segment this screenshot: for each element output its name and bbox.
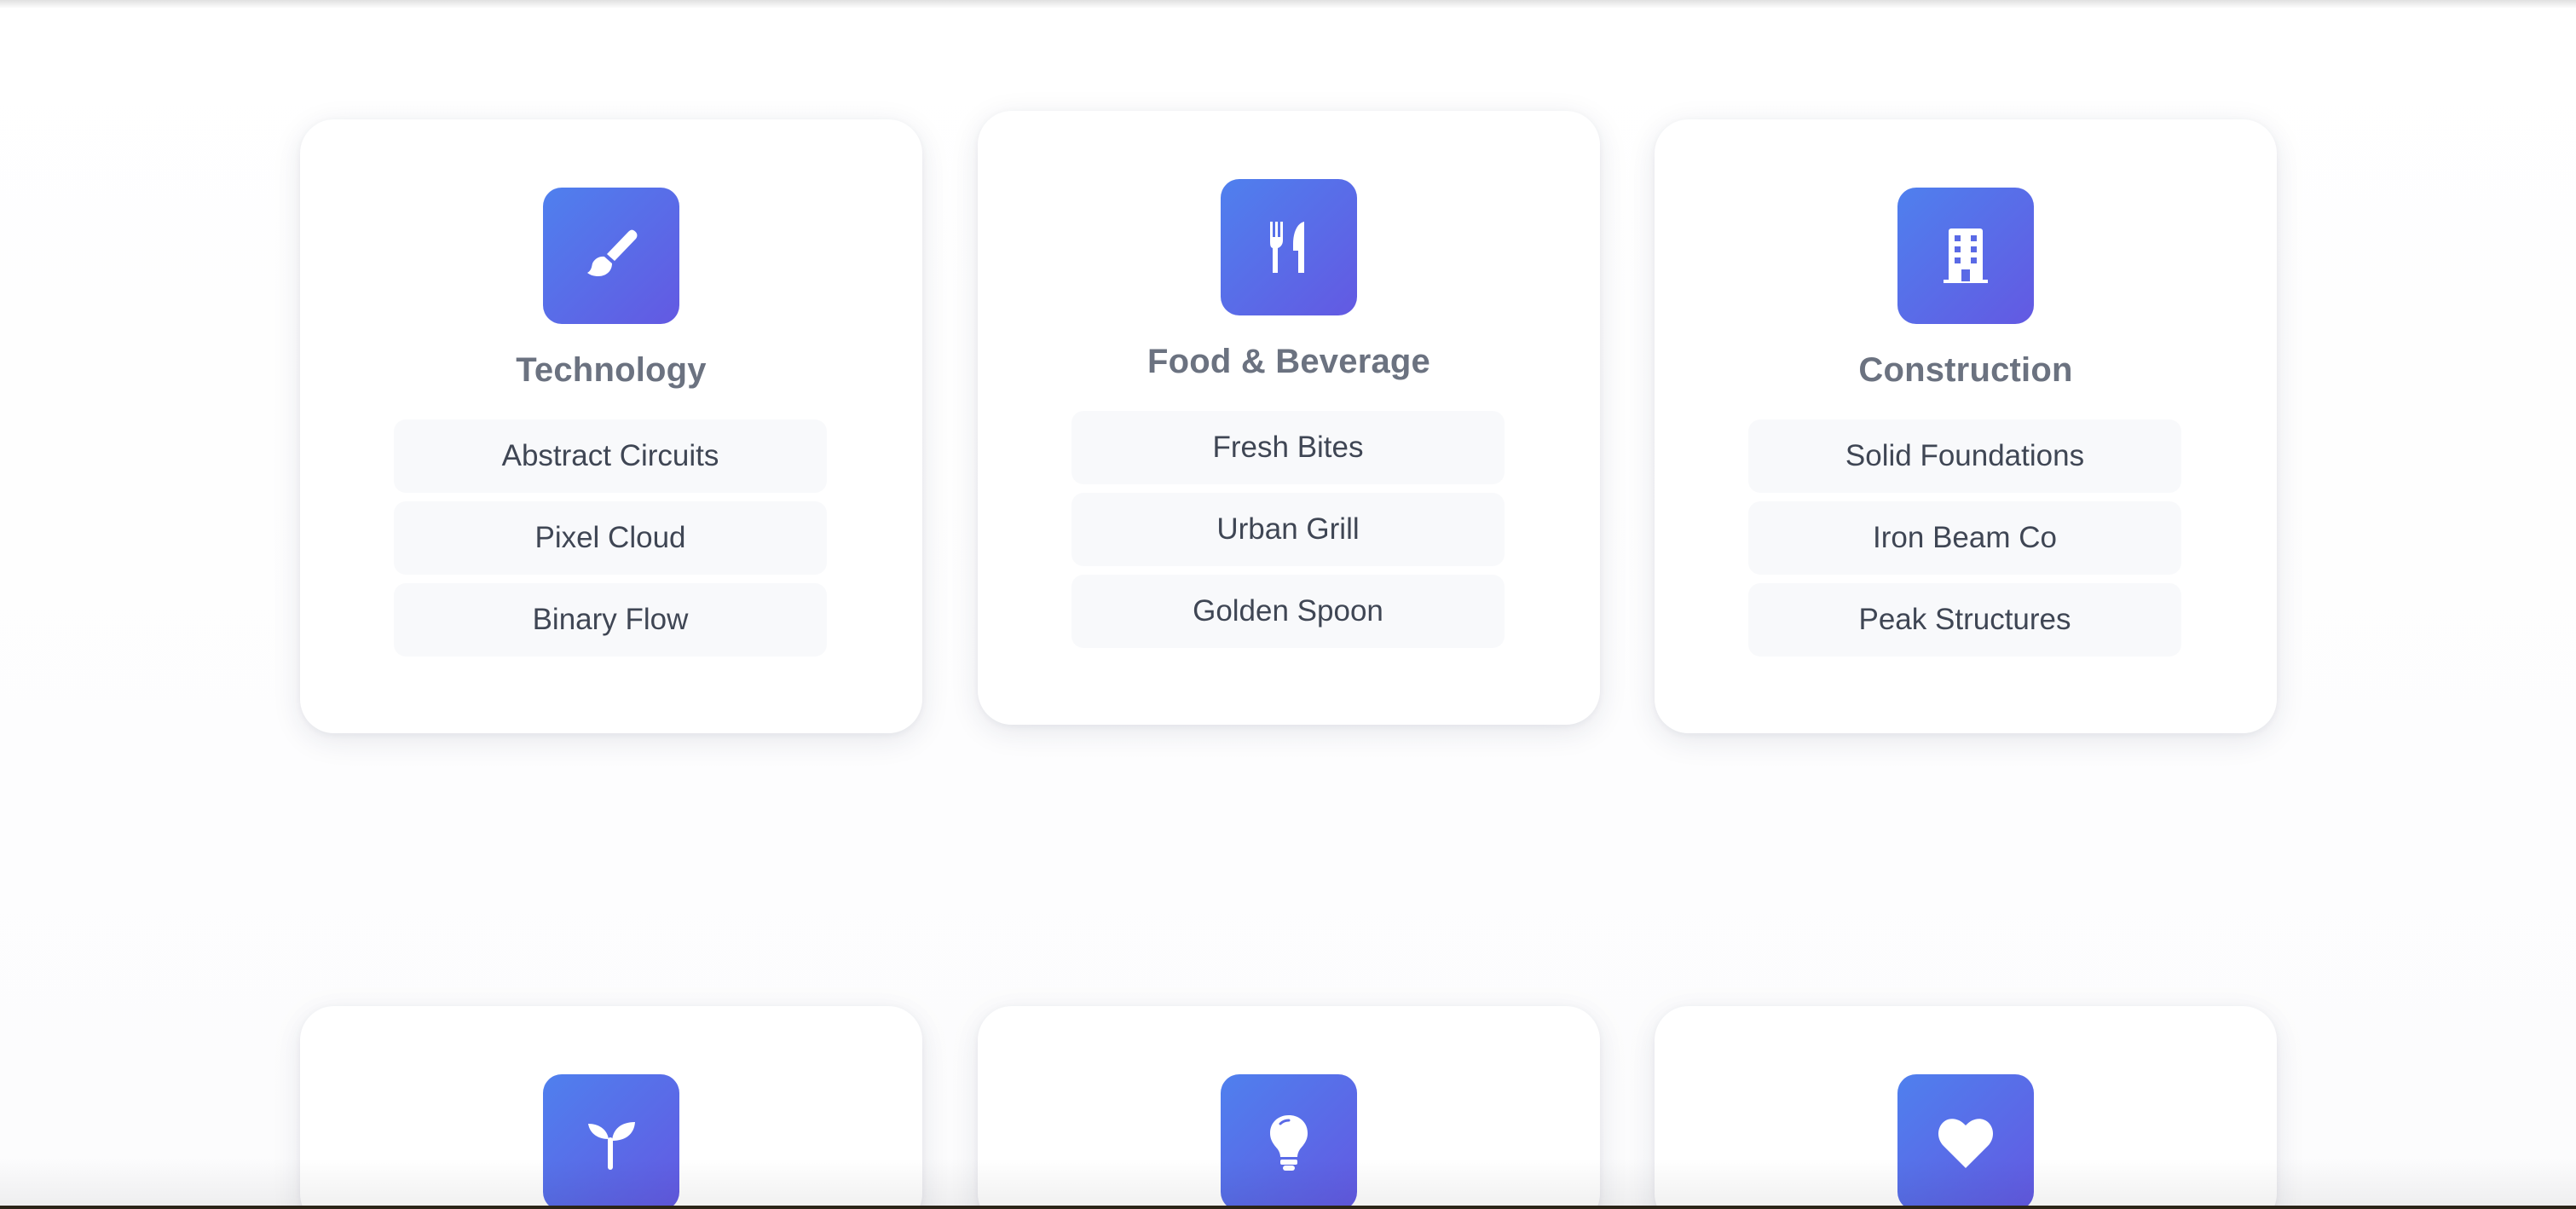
building-icon bbox=[1897, 188, 2034, 324]
category-title: Food & Beverage bbox=[1147, 343, 1430, 380]
list-item[interactable]: Golden Spoon bbox=[1071, 575, 1505, 648]
category-card-food-beverage: Food & Beverage Fresh Bites Urban Grill … bbox=[978, 111, 1600, 725]
fork-knife-icon bbox=[1221, 179, 1357, 315]
category-card-technology: Technology Abstract Circuits Pixel Cloud… bbox=[300, 119, 922, 733]
list-item[interactable]: Iron Beam Co bbox=[1748, 501, 2181, 575]
list-item[interactable]: Peak Structures bbox=[1748, 583, 2181, 657]
category-card-construction: Construction Solid Foundations Iron Beam… bbox=[1655, 119, 2277, 733]
bottom-shadow bbox=[0, 1158, 2576, 1209]
top-shadow bbox=[0, 0, 2576, 9]
list-item[interactable]: Binary Flow bbox=[394, 583, 827, 657]
list-item[interactable]: Solid Foundations bbox=[1748, 419, 2181, 493]
window-bottom-edge bbox=[0, 1206, 2576, 1209]
list-item[interactable]: Urban Grill bbox=[1071, 493, 1505, 566]
paintbrush-icon bbox=[543, 188, 679, 324]
list-item[interactable]: Pixel Cloud bbox=[394, 501, 827, 575]
category-title: Construction bbox=[1858, 351, 2073, 389]
list-item[interactable]: Abstract Circuits bbox=[394, 419, 827, 493]
list-item[interactable]: Fresh Bites bbox=[1071, 411, 1505, 484]
category-title: Technology bbox=[516, 351, 707, 389]
page: Technology Abstract Circuits Pixel Cloud… bbox=[0, 0, 2576, 1209]
